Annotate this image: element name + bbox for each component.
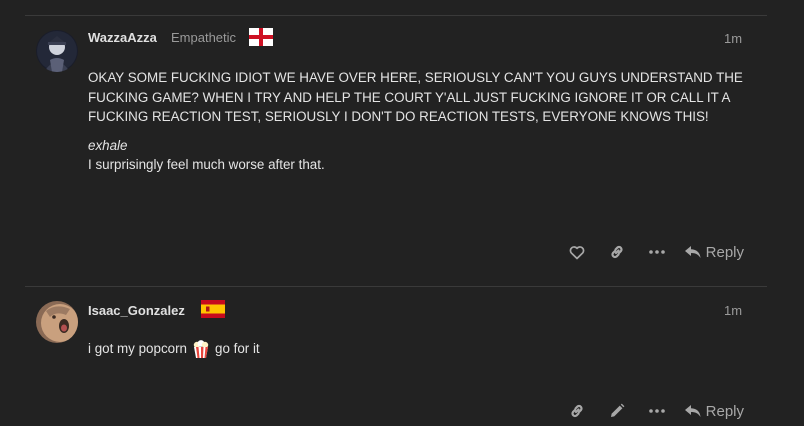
reply-button[interactable]: Reply [684, 243, 744, 261]
username[interactable]: Isaac_Gonzalez [88, 303, 185, 318]
post-last-line: I surprisingly feel much worse after tha… [88, 157, 325, 172]
post-text: go for it [215, 341, 260, 357]
post-divider [25, 286, 767, 287]
heart-icon[interactable] [557, 237, 597, 267]
username[interactable]: WazzaAzza [88, 30, 157, 45]
more-icon[interactable] [637, 237, 677, 267]
reply-icon [684, 404, 701, 417]
post-date[interactable]: 1m [724, 31, 742, 46]
more-icon[interactable] [637, 396, 677, 426]
reply-icon [684, 245, 701, 258]
popcorn-emoji [191, 339, 211, 359]
top-divider [25, 15, 767, 16]
post-body: i got my popcorn go for it [88, 339, 260, 359]
post-body: OKAY SOME FUCKING IDIOT WE HAVE OVER HER… [88, 68, 758, 175]
post-text: i got my popcorn [88, 341, 187, 357]
post-actions: Reply [557, 237, 744, 267]
reply-label: Reply [705, 402, 744, 420]
spain-flag-icon [201, 300, 225, 318]
pencil-icon[interactable] [597, 396, 637, 426]
avatar[interactable] [36, 30, 78, 72]
reply-button[interactable]: Reply [684, 402, 744, 420]
post-actions: Reply [557, 396, 744, 426]
post-date[interactable]: 1m [724, 303, 742, 318]
reply-label: Reply [705, 243, 744, 261]
post-italic-line: exhale [88, 137, 128, 153]
england-flag-icon [249, 28, 273, 46]
post-paragraph: OKAY SOME FUCKING IDIOT WE HAVE OVER HER… [88, 70, 743, 124]
link-icon[interactable] [597, 237, 637, 267]
link-icon[interactable] [557, 396, 597, 426]
avatar[interactable] [36, 301, 78, 343]
user-title: Empathetic [171, 30, 237, 45]
